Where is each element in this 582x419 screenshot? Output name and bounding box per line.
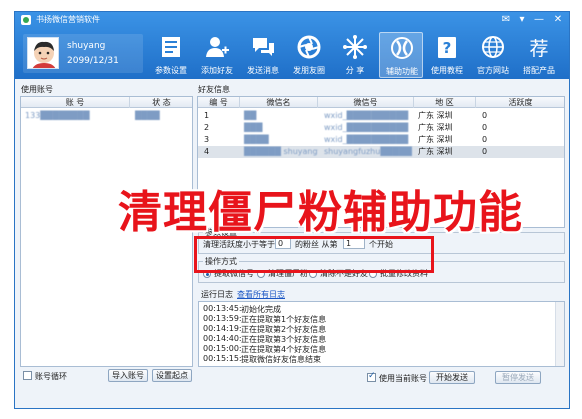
wxid-cell: shuyangfuzhu█████████ xyxy=(324,147,412,156)
start-send-button[interactable]: 开始发送 xyxy=(429,371,475,384)
accounts-header: 账 号 状 态 xyxy=(21,97,192,108)
set-start-button[interactable]: 设置起点 xyxy=(152,369,192,382)
loop-checkbox[interactable] xyxy=(23,371,32,380)
title-bar: 书扬微信营销软件 ✉ ▾ — ✕ xyxy=(15,12,569,28)
svg-text:?: ? xyxy=(443,39,452,57)
wxid-cell: wxid_██████████ xyxy=(324,135,409,144)
no-cell: 3 xyxy=(204,135,210,144)
account-cell: 133████████ xyxy=(25,111,90,120)
activity-cell: 0 xyxy=(482,135,488,144)
name-cell: ███ xyxy=(244,123,263,132)
app-logo-icon xyxy=(21,15,31,25)
help-icon: ? xyxy=(438,37,456,58)
friends-header: 编 号 微信名 微信号 地 区 活跃度 xyxy=(198,97,564,108)
name-cell: ██ xyxy=(244,111,257,120)
close-button[interactable]: ✕ xyxy=(551,13,565,26)
import-accounts-button[interactable]: 导入账号 xyxy=(108,369,148,382)
activity-cell: 0 xyxy=(482,147,488,156)
menu-dropdown-icon[interactable]: ▾ xyxy=(515,13,529,26)
friends-title: 好友信息 xyxy=(198,85,230,94)
highlight-frame xyxy=(194,236,434,273)
log-scrollbar[interactable] xyxy=(555,302,564,366)
log-title: 运行日志 xyxy=(201,290,233,299)
view-all-logs-link[interactable]: 查看所有日志 xyxy=(237,289,285,300)
region-cell: 广东 深圳 xyxy=(418,147,453,156)
activity-cell: 0 xyxy=(482,111,488,120)
activity-cell: 0 xyxy=(482,123,488,132)
assist-icon xyxy=(391,37,413,59)
use-current-account-label: 使用当前账号 xyxy=(379,374,427,383)
share-icon xyxy=(343,35,367,59)
toolbar-products[interactable]: 荐 搭配产品 xyxy=(517,32,561,78)
column-wxid[interactable]: 微信号 xyxy=(318,97,414,108)
table-row[interactable]: 3 ████ wxid_██████████ 广东 深圳 0 xyxy=(198,134,564,146)
toolbar-add-friend[interactable]: 添加好友 xyxy=(195,32,239,78)
aperture-icon xyxy=(297,35,321,59)
name-cell: ████ xyxy=(244,135,269,144)
avatar xyxy=(27,37,59,69)
toolbar-label: 搭配产品 xyxy=(523,66,555,75)
add-user-icon xyxy=(206,37,229,57)
column-region[interactable]: 地 区 xyxy=(414,97,476,108)
toolbar-website[interactable]: 官方网站 xyxy=(471,32,515,78)
pause-send-button[interactable]: 暂停发送 xyxy=(495,371,541,384)
main-toolbar: 参数设置 添加好友 发送消息 发朋友圈 分 享 辅助功能 ? 使用教程 官方网站… xyxy=(149,32,569,78)
log-panel[interactable]: 00:13:45: 初始化完成 00:13:59: 正在提取第1个好友信息 00:1… xyxy=(198,301,565,367)
recommend-icon: 荐 xyxy=(529,38,548,60)
toolbar-settings[interactable]: 参数设置 xyxy=(149,32,193,78)
toolbar-label: 参数设置 xyxy=(155,66,187,75)
user-name: shuyang xyxy=(67,41,106,51)
toolbar-assist[interactable]: 辅助功能 xyxy=(379,32,423,78)
promo-headline: 清理僵尸粉辅助功能 xyxy=(118,187,523,238)
region-cell: 广东 深圳 xyxy=(418,123,453,132)
chat-icon xyxy=(253,38,274,56)
loop-label: 账号循环 xyxy=(35,372,67,381)
toolbar-label: 添加好友 xyxy=(201,66,233,75)
table-row-selected[interactable]: 4 ██████ shuyangfuzhu█████ shuyangfuzhu█… xyxy=(198,146,564,158)
table-row[interactable]: 1 ██ wxid_██████████ 广东 深圳 0 xyxy=(198,110,564,122)
accounts-title: 使用账号 xyxy=(21,85,53,94)
toolbar-label: 发朋友圈 xyxy=(293,66,325,75)
expiry-date: 2099/12/31 xyxy=(67,56,119,66)
form-icon xyxy=(162,37,180,57)
toolbar-label: 发送消息 xyxy=(247,66,279,75)
no-cell: 4 xyxy=(204,147,210,156)
column-no[interactable]: 编 号 xyxy=(198,97,240,108)
toolbar-label: 使用教程 xyxy=(431,66,463,75)
no-cell: 1 xyxy=(204,111,210,120)
svg-text:荐: 荐 xyxy=(529,38,548,60)
name-cell: ██████ shuyangfuzhu█████ xyxy=(244,147,318,156)
column-name[interactable]: 微信名 xyxy=(240,97,318,108)
header-bar: 书扬微信营销软件 ✉ ▾ — ✕ shuyang 2099/12/31 参数设置… xyxy=(15,12,569,79)
table-row[interactable]: 133████████ ████ xyxy=(21,110,192,122)
message-icon[interactable]: ✉ xyxy=(499,13,513,26)
minimize-button[interactable]: — xyxy=(532,13,546,26)
toolbar-label: 官方网站 xyxy=(477,66,509,75)
column-activity[interactable]: 活跃度 xyxy=(476,97,564,108)
no-cell: 2 xyxy=(204,123,210,132)
toolbar-label: 分 享 xyxy=(345,66,365,75)
use-current-account-checkbox[interactable] xyxy=(367,371,376,382)
status-cell: ████ xyxy=(135,111,160,120)
globe-icon xyxy=(482,36,504,58)
wxid-cell: wxid_██████████ xyxy=(324,123,409,132)
table-row[interactable]: 2 ███ wxid_██████████ 广东 深圳 0 xyxy=(198,122,564,134)
toolbar-tutorial[interactable]: ? 使用教程 xyxy=(425,32,469,78)
toolbar-moments[interactable]: 发朋友圈 xyxy=(287,32,331,78)
region-cell: 广东 深圳 xyxy=(418,135,453,144)
toolbar-share[interactable]: 分 享 xyxy=(333,32,377,78)
region-cell: 广东 深圳 xyxy=(418,111,453,120)
wxid-cell: wxid_██████████ xyxy=(324,111,409,120)
user-profile[interactable]: shuyang 2099/12/31 xyxy=(23,34,143,73)
toolbar-send-message[interactable]: 发送消息 xyxy=(241,32,285,78)
column-status[interactable]: 状 态 xyxy=(130,97,192,108)
window-title: 书扬微信营销软件 xyxy=(36,15,100,24)
toolbar-label: 辅助功能 xyxy=(386,67,418,76)
column-account[interactable]: 账 号 xyxy=(21,97,130,108)
